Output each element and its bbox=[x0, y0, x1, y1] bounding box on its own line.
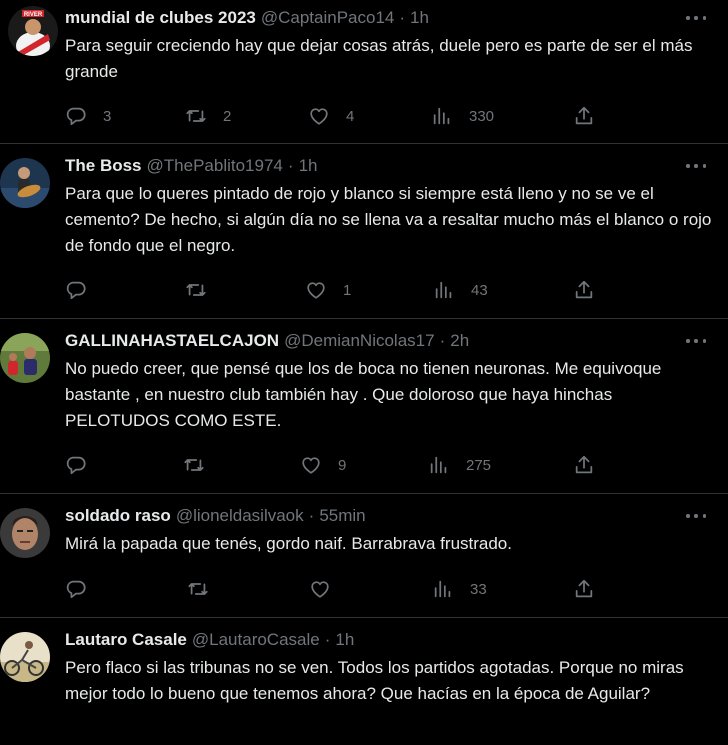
tweet-text: Pero flaco si las tribunas no se ven. To… bbox=[65, 658, 684, 703]
retweet-icon bbox=[184, 459, 204, 471]
like-count: 4 bbox=[346, 107, 355, 125]
retweet-button[interactable]: 2 bbox=[185, 104, 231, 128]
views-button[interactable]: 330 bbox=[431, 104, 494, 128]
timestamp[interactable]: 55min bbox=[319, 504, 365, 528]
tweet[interactable]: GALLINAHASTAELCAJON @DemianNicolas17 · 2… bbox=[0, 319, 728, 494]
reply-icon bbox=[66, 456, 86, 475]
views-icon bbox=[430, 456, 447, 474]
more-icon[interactable] bbox=[686, 158, 706, 174]
like-button[interactable]: 1 bbox=[305, 278, 351, 302]
author-name[interactable]: Lautaro Casale bbox=[65, 628, 187, 652]
more-icon[interactable] bbox=[686, 10, 706, 26]
timestamp[interactable]: 2h bbox=[450, 329, 469, 353]
share-icon bbox=[575, 106, 593, 125]
author-name[interactable]: soldado raso bbox=[65, 504, 171, 528]
like-icon bbox=[302, 457, 320, 474]
retweet-icon bbox=[186, 284, 206, 296]
like-icon bbox=[311, 581, 329, 598]
retweet-button[interactable] bbox=[185, 278, 223, 302]
reply-icon bbox=[66, 281, 86, 300]
separator-dot: · bbox=[287, 156, 294, 175]
action-bar: 9 275 bbox=[65, 453, 705, 477]
tweet-text: Para seguir creciendo hay que dejar cosa… bbox=[65, 36, 693, 81]
more-icon[interactable] bbox=[686, 508, 706, 524]
reply-button[interactable]: 3 bbox=[65, 104, 111, 128]
author-handle[interactable]: @CaptainPaco14 bbox=[261, 6, 395, 30]
views-count: 33 bbox=[470, 580, 487, 598]
action-bar: 1 43 bbox=[65, 278, 705, 302]
timestamp[interactable]: 1h bbox=[299, 154, 318, 178]
tweet-text: Para que lo queres pintado de rojo y bla… bbox=[65, 184, 712, 255]
views-button[interactable]: 275 bbox=[428, 453, 491, 477]
share-button[interactable] bbox=[573, 453, 595, 477]
share-icon bbox=[575, 455, 593, 474]
avatar[interactable]: RIVER bbox=[8, 6, 58, 56]
action-bar: 33 bbox=[65, 577, 705, 601]
avatar[interactable] bbox=[0, 158, 50, 208]
views-icon bbox=[435, 281, 452, 299]
separator-dot: · bbox=[399, 8, 406, 27]
views-button[interactable]: 33 bbox=[432, 577, 487, 601]
share-icon bbox=[575, 280, 593, 299]
retweet-count: 2 bbox=[223, 107, 232, 125]
author-name[interactable]: mundial de clubes 2023 bbox=[65, 6, 256, 30]
retweet-button[interactable] bbox=[183, 453, 221, 477]
views-button[interactable]: 43 bbox=[433, 278, 488, 302]
tweet[interactable]: RIVER mundial de clubes 2023 @CaptainPac… bbox=[0, 0, 728, 144]
more-icon[interactable] bbox=[686, 333, 706, 349]
timestamp[interactable]: 1h bbox=[335, 628, 354, 652]
like-icon bbox=[310, 108, 328, 125]
share-button[interactable] bbox=[573, 278, 595, 302]
avatar[interactable] bbox=[0, 508, 50, 558]
reply-button[interactable] bbox=[65, 453, 103, 477]
avatar[interactable] bbox=[0, 632, 50, 682]
like-button[interactable] bbox=[309, 577, 347, 601]
tweet-text: Mirá la papada que tenés, gordo naif. Ba… bbox=[65, 534, 512, 553]
reply-icon bbox=[66, 580, 86, 599]
author-handle[interactable]: @DemianNicolas17 bbox=[284, 329, 435, 353]
views-count: 43 bbox=[471, 281, 488, 299]
views-icon bbox=[434, 580, 451, 598]
views-count: 275 bbox=[466, 456, 492, 474]
author-name[interactable]: The Boss bbox=[65, 154, 142, 178]
avatar-logo-text: RIVER bbox=[24, 12, 43, 18]
share-button[interactable] bbox=[573, 577, 595, 601]
author-handle[interactable]: @lioneldasilvaok bbox=[176, 504, 304, 528]
tweet[interactable]: The Boss @ThePablito1974 · 1h Para que l… bbox=[0, 144, 728, 319]
retweet-button[interactable] bbox=[187, 577, 225, 601]
like-count: 1 bbox=[343, 281, 352, 299]
reply-count: 3 bbox=[103, 107, 112, 125]
tweet[interactable]: Lautaro Casale @LautaroCasale · 1h Pero … bbox=[0, 618, 728, 745]
tweet[interactable]: soldado raso @lioneldasilvaok · 55min Mi… bbox=[0, 494, 728, 618]
separator-dot: · bbox=[439, 331, 446, 350]
avatar[interactable] bbox=[0, 333, 50, 383]
action-bar: 3 2 4 330 bbox=[65, 104, 705, 128]
separator-dot: · bbox=[324, 630, 331, 649]
retweet-icon bbox=[188, 583, 208, 595]
like-count: 9 bbox=[338, 456, 347, 474]
like-button[interactable]: 4 bbox=[308, 104, 354, 128]
reply-icon bbox=[66, 107, 86, 126]
like-icon bbox=[307, 282, 325, 299]
reply-feed: RIVER mundial de clubes 2023 @CaptainPac… bbox=[0, 0, 728, 745]
author-handle[interactable]: @ThePablito1974 bbox=[147, 154, 283, 178]
timestamp[interactable]: 1h bbox=[410, 6, 429, 30]
views-count: 330 bbox=[469, 107, 495, 125]
reply-button[interactable] bbox=[65, 278, 103, 302]
separator-dot: · bbox=[308, 506, 315, 525]
share-button[interactable] bbox=[573, 104, 595, 128]
retweet-icon bbox=[186, 110, 206, 122]
reply-button[interactable] bbox=[65, 577, 103, 601]
author-handle[interactable]: @LautaroCasale bbox=[192, 628, 320, 652]
tweet-text: No puedo creer, que pensé que los de boc… bbox=[65, 359, 662, 430]
share-icon bbox=[575, 579, 593, 598]
author-name[interactable]: GALLINAHASTAELCAJON bbox=[65, 329, 279, 353]
views-icon bbox=[433, 107, 450, 125]
like-button[interactable]: 9 bbox=[300, 453, 346, 477]
